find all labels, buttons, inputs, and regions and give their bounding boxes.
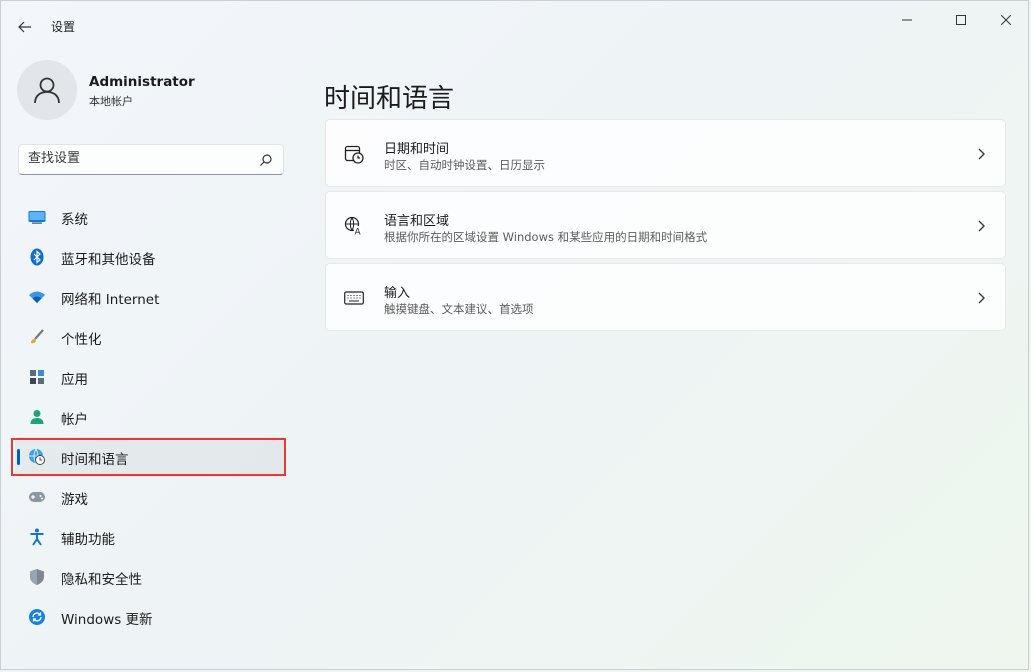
close-button[interactable] [983, 9, 1029, 31]
wifi-icon [29, 291, 45, 303]
search-box[interactable] [18, 144, 284, 175]
accessibility-icon [30, 528, 44, 546]
card-title: 语言和区域 [384, 214, 450, 229]
nav-item-system[interactable]: 系统 [15, 197, 285, 237]
chevron-right-icon [978, 148, 985, 160]
nav-item-label: 游戏 [61, 492, 88, 508]
chevron-right-icon [978, 292, 985, 304]
back-button[interactable] [11, 13, 39, 41]
nav-item-label: 辅助功能 [61, 532, 115, 548]
card-subtitle: 触摸键盘、文本建议、首选项 [384, 302, 534, 316]
keyboard-icon [344, 291, 364, 305]
nav-item-label: 帐户 [61, 412, 88, 428]
search-input[interactable] [28, 151, 248, 166]
window-title: 设置 [51, 20, 76, 34]
monitor-icon [28, 211, 46, 224]
nav-item-apps[interactable]: 应用 [15, 357, 285, 397]
nav-item-label: 个性化 [61, 332, 102, 348]
person-icon [34, 77, 60, 104]
user-name: Administrator [89, 74, 195, 90]
brush-icon [31, 329, 44, 344]
nav-item-bluetooth[interactable]: 蓝牙和其他设备 [15, 237, 285, 277]
sidebar-nav: 系统 蓝牙和其他设备 网络和 Internet 个性化 应用 帐户 时间和语言 [1, 197, 301, 637]
calendar-clock-icon [344, 145, 364, 164]
page-title: 时间和语言 [324, 84, 455, 115]
nav-item-accounts[interactable]: 帐户 [15, 397, 285, 437]
nav-item-time-language[interactable]: 时间和语言 [15, 437, 285, 477]
card-subtitle: 时区、自动时钟设置、日历显示 [384, 158, 545, 172]
card-typing[interactable]: 输入 触摸键盘、文本建议、首选项 [325, 263, 1006, 331]
nav-item-label: 系统 [61, 212, 88, 228]
nav-item-windows-update[interactable]: Windows 更新 [15, 597, 285, 637]
nav-item-personalization[interactable]: 个性化 [15, 317, 285, 357]
nav-item-gaming[interactable]: 游戏 [15, 477, 285, 517]
bluetooth-icon [30, 248, 44, 266]
avatar[interactable] [17, 60, 77, 120]
card-date-time[interactable]: 日期和时间 时区、自动时钟设置、日历显示 [325, 119, 1006, 187]
account-type: 本地帐户 [89, 95, 133, 108]
minimize-icon [902, 19, 912, 21]
nav-item-label: 隐私和安全性 [61, 572, 142, 588]
chevron-right-icon [978, 220, 985, 232]
nav-item-label: 网络和 Internet [61, 292, 160, 308]
search-icon[interactable] [259, 153, 273, 167]
nav-item-label: 时间和语言 [61, 452, 129, 468]
person-icon [30, 410, 44, 424]
minimize-button[interactable] [884, 9, 930, 31]
language-icon: A [344, 216, 363, 237]
nav-item-accessibility[interactable]: 辅助功能 [15, 517, 285, 557]
shield-icon [30, 569, 44, 585]
title-bar: 设置 [1, 1, 1028, 49]
nav-item-label: 蓝牙和其他设备 [61, 252, 156, 268]
card-subtitle: 根据你所在的区域设置 Windows 和某些应用的日期和时间格式 [384, 230, 708, 244]
nav-item-network[interactable]: 网络和 Internet [15, 277, 285, 317]
card-title: 日期和时间 [384, 142, 450, 157]
nav-item-label: Windows 更新 [61, 612, 153, 628]
globe-clock-icon [29, 448, 45, 465]
maximize-button[interactable] [938, 9, 984, 31]
maximize-icon [956, 15, 966, 25]
card-language-region[interactable]: A 语言和区域 根据你所在的区域设置 Windows 和某些应用的日期和时间格式 [325, 191, 1006, 259]
nav-item-label: 应用 [61, 372, 88, 388]
card-title: 输入 [384, 286, 411, 301]
gamepad-icon [29, 492, 45, 502]
update-icon [29, 609, 45, 625]
nav-item-privacy[interactable]: 隐私和安全性 [15, 557, 285, 597]
svg-text:A: A [355, 228, 362, 237]
apps-icon [30, 370, 44, 384]
arrow-left-icon [18, 21, 31, 33]
settings-window: 设置 Administrator 本地帐户 系统 [0, 0, 1029, 670]
close-icon [1001, 15, 1011, 25]
